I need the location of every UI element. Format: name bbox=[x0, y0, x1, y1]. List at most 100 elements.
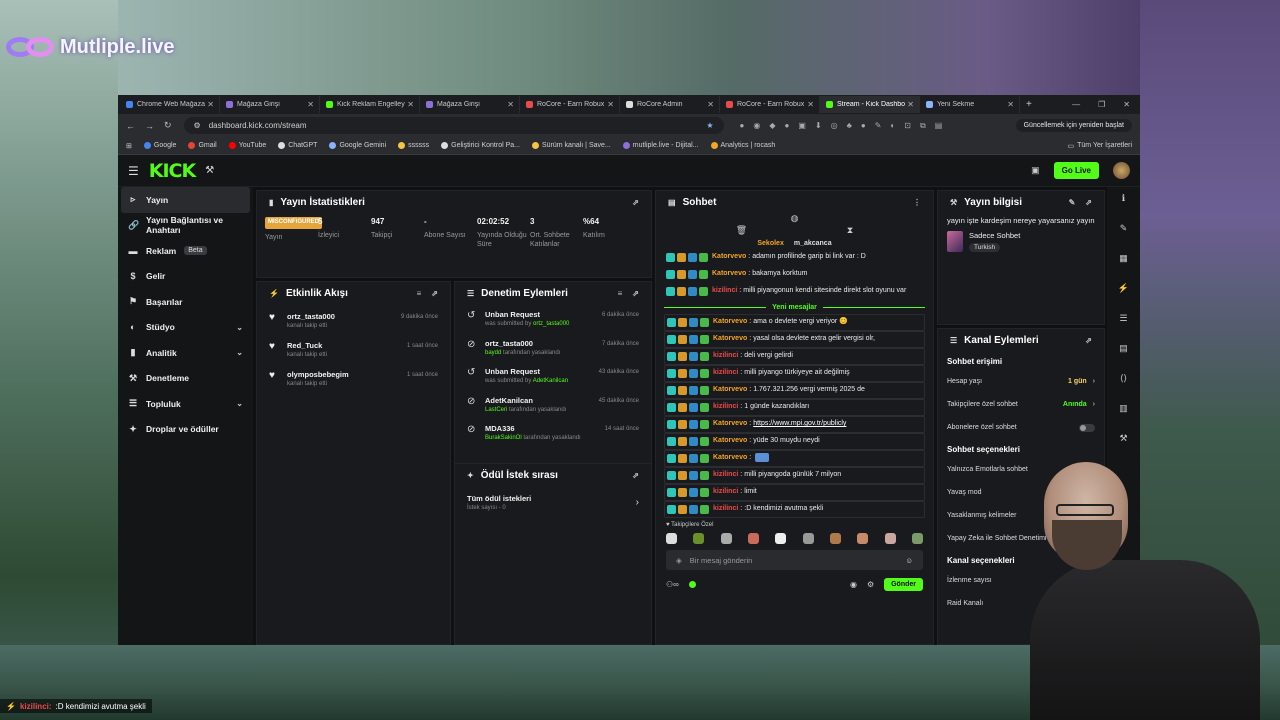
chat-username[interactable]: Katorvevo bbox=[713, 317, 747, 328]
emote-icon[interactable] bbox=[666, 532, 677, 544]
emote-icon[interactable] bbox=[775, 532, 787, 544]
emote-icon[interactable] bbox=[693, 532, 705, 544]
chat-users-icon[interactable]: ◉ bbox=[850, 580, 857, 589]
extension-icon[interactable]: ◎ bbox=[831, 121, 838, 131]
bookmark[interactable]: ChatGPT bbox=[278, 142, 317, 149]
chat-username[interactable]: kizilinci bbox=[713, 504, 738, 515]
moderation-item[interactable]: ↺ Unban Request was submitted by ortz_tast… bbox=[455, 308, 651, 337]
browser-tab[interactable]: Kick Reklam Engelley ✕ bbox=[320, 96, 420, 113]
close-tab-icon[interactable]: ✕ bbox=[507, 100, 514, 109]
close-tab-icon[interactable]: ✕ bbox=[907, 100, 914, 109]
points-icon[interactable]: ⚇∞ bbox=[666, 580, 679, 589]
bookmark[interactable]: mutliple.live - Dijital... bbox=[622, 142, 699, 149]
emote-icon[interactable] bbox=[829, 532, 841, 544]
maximize-icon[interactable]: ❐ bbox=[1098, 100, 1105, 109]
chat-bubble-icon[interactable]: ◍ bbox=[656, 213, 933, 223]
bookmark-star-icon[interactable]: ★ bbox=[706, 121, 713, 130]
close-tab-icon[interactable]: ✕ bbox=[707, 100, 714, 109]
extension-icon[interactable]: ◆ bbox=[769, 121, 775, 131]
more-icon[interactable]: ⋮ bbox=[913, 198, 921, 207]
emote-icon[interactable] bbox=[884, 532, 896, 544]
list-icon[interactable]: ☰ bbox=[1119, 313, 1127, 324]
menu-icon[interactable]: ☰ bbox=[128, 164, 139, 178]
sidebar-item[interactable]: ✦ Droplar ve ödüller bbox=[118, 417, 253, 443]
chat-username[interactable]: kizilinci bbox=[713, 470, 738, 481]
browser-tab[interactable]: RoCore Admin ✕ bbox=[620, 96, 720, 113]
moderation-item[interactable]: ⊘ ortz_tasta000 baydd tarafından yasakland… bbox=[455, 337, 651, 366]
extension-icon[interactable]: ◐ bbox=[890, 121, 895, 131]
extension-icon[interactable]: ♣ bbox=[847, 121, 852, 131]
sidepanel-icon[interactable]: ▤ bbox=[935, 121, 943, 131]
hourglass-icon[interactable]: ⧗ bbox=[847, 225, 853, 235]
chat-username[interactable]: kizilinci bbox=[713, 402, 738, 413]
sidebar-item[interactable]: ⚑ Başarılar bbox=[118, 289, 253, 315]
gift-icon[interactable]: ▣ bbox=[1031, 165, 1040, 176]
pinned-user[interactable]: m_akcanca bbox=[794, 240, 832, 247]
go-live-button[interactable]: Go Live bbox=[1053, 162, 1099, 179]
moderation-item[interactable]: ⊘ MDA336 BurakSakinOl tarafından yasakland… bbox=[455, 422, 651, 451]
popout-icon[interactable]: ⇗ bbox=[1085, 198, 1092, 207]
filter-icon[interactable]: ≡ bbox=[618, 289, 623, 298]
extension-icon[interactable]: ⬇ bbox=[815, 121, 822, 131]
chat-username[interactable]: Katorvevo bbox=[712, 252, 746, 263]
extension-icon[interactable]: ✎ bbox=[875, 121, 882, 131]
close-tab-icon[interactable]: ✕ bbox=[1007, 100, 1014, 109]
extension-icon[interactable]: ● bbox=[861, 121, 866, 131]
filter-icon[interactable]: ≡ bbox=[417, 289, 422, 298]
access-row[interactable]: Abonelere özel sohbet bbox=[938, 416, 1104, 439]
new-tab-icon[interactable]: + bbox=[1026, 99, 1032, 110]
site-info-icon[interactable]: ⚙ bbox=[194, 121, 201, 130]
all-rewards-row[interactable]: Tüm ödül istekleri İstek sayısı - 0 › bbox=[455, 486, 651, 519]
popout-icon[interactable]: ⇗ bbox=[431, 289, 438, 298]
emoji-icon[interactable]: ☺ bbox=[905, 556, 913, 565]
bookmark[interactable]: ssssss bbox=[398, 142, 429, 149]
chat-username[interactable]: kizilinci bbox=[712, 286, 737, 297]
moderation-item[interactable]: ↺ Unban Request was submitted by AdetKanil… bbox=[455, 365, 651, 394]
apps-icon[interactable]: ⊞ bbox=[126, 142, 132, 150]
kick-logo[interactable]: KICK bbox=[149, 160, 196, 182]
sidebar-item[interactable]: $ Gelir bbox=[118, 264, 253, 290]
access-row[interactable]: Takipçilere özel sohbet Anında › bbox=[938, 393, 1104, 416]
avatar[interactable] bbox=[1113, 162, 1130, 179]
all-bookmarks[interactable]: ▭ Tüm Yer İşaretleri bbox=[1068, 142, 1132, 150]
info-icon[interactable]: ℹ bbox=[1122, 193, 1125, 204]
emote-icon[interactable] bbox=[747, 532, 759, 544]
close-tab-icon[interactable]: ✕ bbox=[807, 100, 814, 109]
moderation-item[interactable]: ⊘ AdetKanilcan LastCeri tarafından yasakla… bbox=[455, 394, 651, 423]
bookmark[interactable]: Analytics | rocash bbox=[710, 142, 775, 149]
emote-icon[interactable] bbox=[802, 532, 814, 544]
chat-username[interactable]: kizilinci bbox=[713, 487, 738, 498]
emote-icon[interactable] bbox=[720, 532, 732, 544]
emote-icon[interactable] bbox=[911, 532, 923, 544]
emote-icon[interactable] bbox=[857, 532, 869, 544]
browser-tab[interactable]: Mağaza Girişi ✕ bbox=[220, 96, 320, 113]
sidebar-item[interactable]: ⚒ Denetleme bbox=[118, 366, 253, 392]
send-button[interactable]: Gönder bbox=[884, 578, 923, 591]
back-icon[interactable]: ← bbox=[126, 121, 135, 131]
chat-input[interactable]: ◈ Bir mesaj gönderin ☺ bbox=[666, 550, 923, 570]
browser-tab[interactable]: Mağaza Girişi ✕ bbox=[420, 96, 520, 113]
bolt-icon[interactable]: ⚡ bbox=[1118, 283, 1129, 294]
bookmark[interactable]: Geliştirici Kontrol Pa... bbox=[441, 142, 520, 149]
layout-icon[interactable]: ▦ bbox=[1119, 253, 1128, 264]
close-window-icon[interactable]: ✕ bbox=[1123, 100, 1130, 109]
sidebar-item[interactable]: ◐ Stüdyo ⌄ bbox=[118, 315, 253, 341]
reload-icon[interactable]: ↻ bbox=[164, 120, 172, 131]
chat-username[interactable]: Katorvevo bbox=[712, 269, 746, 280]
gear-icon[interactable]: ⚙ bbox=[867, 580, 874, 589]
puzzle-icon[interactable]: ⧉ bbox=[920, 121, 926, 131]
popout-icon[interactable]: ⇗ bbox=[632, 198, 639, 207]
pen-icon[interactable]: ✎ bbox=[1120, 223, 1128, 234]
forward-icon[interactable]: → bbox=[145, 121, 154, 131]
chat-text[interactable]: https://www.mpi.gov.tr/publicly bbox=[753, 419, 846, 430]
edit-icon[interactable]: ✎ bbox=[1069, 198, 1076, 207]
access-row[interactable]: Hesap yaşı 1 gün › bbox=[938, 370, 1104, 393]
pinned-user[interactable]: Sekolex bbox=[757, 240, 783, 247]
popout-icon[interactable]: ⇗ bbox=[632, 289, 639, 298]
chat-username[interactable]: kizilinci bbox=[713, 368, 738, 379]
extension-icon[interactable]: ⊡ bbox=[904, 121, 911, 131]
sidebar-item[interactable]: ▹ Yayın bbox=[121, 187, 250, 213]
browser-tab[interactable]: Yeni Sekme ✕ bbox=[920, 96, 1020, 113]
url-bar[interactable]: ⚙ dashboard.kick.com/stream ★ bbox=[183, 117, 724, 134]
popout-icon[interactable]: ⇗ bbox=[632, 471, 639, 480]
